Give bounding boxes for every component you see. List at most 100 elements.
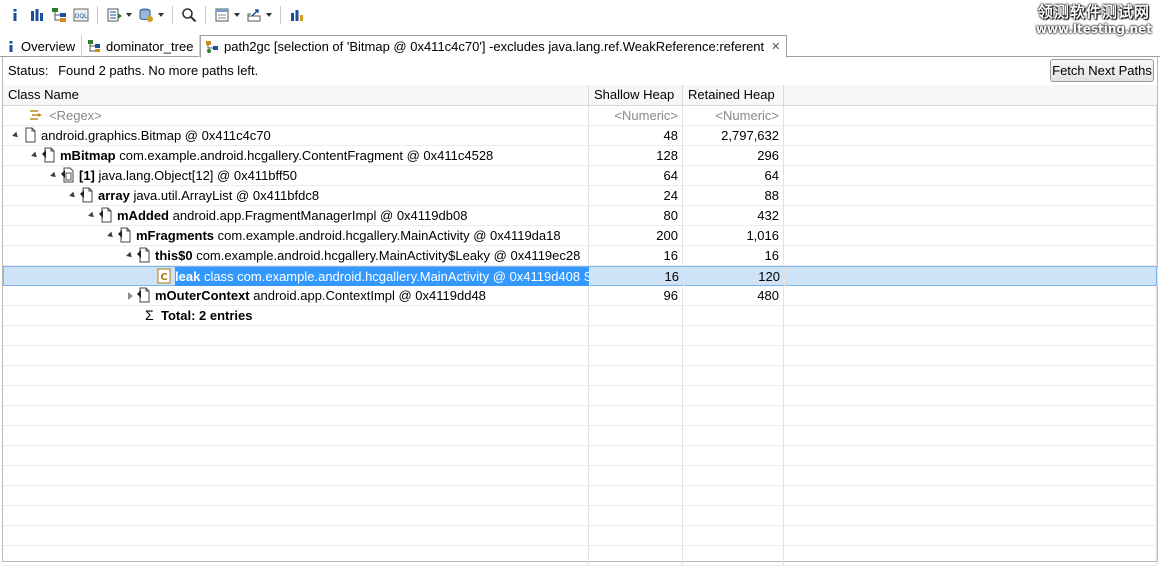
tab-path2gc[interactable]: path2gc [selection of 'Bitmap @ 0x411c4c…	[200, 35, 788, 58]
shallow-heap-value: 64	[589, 166, 683, 185]
class-name-text: [1] java.lang.Object[12] @ 0x411bff50	[79, 166, 297, 185]
field-name: mAdded	[117, 208, 169, 223]
tab-overview[interactable]: Overview	[2, 35, 83, 57]
heap-dump-dropdown[interactable]	[158, 13, 164, 17]
close-icon[interactable]: ✕	[771, 40, 780, 53]
class-name-text: mAdded android.app.FragmentManagerImpl @…	[117, 206, 467, 225]
table-row[interactable]: Cleak class com.example.android.hcgaller…	[3, 266, 1158, 286]
column-header-retained-heap[interactable]: Retained Heap	[683, 85, 784, 105]
retained-heap-value: 296	[683, 146, 784, 165]
svg-text:C: C	[160, 272, 167, 283]
class-object-icon: C	[157, 268, 171, 284]
watermark-title: 领测软件测试网	[1037, 3, 1150, 21]
field-name: mOuterContext	[155, 288, 250, 303]
retained-heap-value: 16	[683, 246, 784, 265]
query-browser-icon[interactable]	[106, 7, 122, 23]
collapse-toggle-icon[interactable]	[30, 146, 40, 165]
dominator-tree-icon[interactable]	[51, 7, 67, 23]
object-label: com.example.android.hcgallery.MainActivi…	[217, 228, 561, 243]
table-row[interactable]: mOuterContext android.app.ContextImpl @ …	[3, 286, 1157, 306]
toolbar: OQL	[0, 0, 1160, 30]
shallow-heap-value: 48	[589, 126, 683, 145]
group-result-dropdown[interactable]	[234, 13, 240, 17]
field-name: leak	[175, 269, 201, 284]
shallow-heap-value: 96	[589, 286, 683, 305]
reference-object-icon	[118, 227, 132, 243]
tab-dominator-tree[interactable]: dominator_tree	[83, 35, 201, 57]
export-dropdown[interactable]	[266, 13, 272, 17]
status-text: Found 2 paths. No more paths left.	[58, 63, 259, 78]
empty-rows	[3, 326, 1157, 566]
filter-row: <Regex> <Numeric> <Numeric>	[3, 106, 1157, 126]
table-row[interactable]: mFragments com.example.android.hcgallery…	[3, 226, 1157, 246]
class-name-text: mFragments com.example.android.hcgallery…	[136, 226, 561, 245]
leak-suspects-icon[interactable]	[289, 7, 305, 23]
collapse-toggle-icon[interactable]	[125, 246, 135, 265]
column-header-class-name[interactable]: Class Name	[3, 85, 589, 105]
table-row[interactable]: array java.util.ArrayList @ 0x411bfdc8 24…	[3, 186, 1157, 206]
empty-row	[3, 546, 1157, 566]
collapse-toggle-icon[interactable]	[106, 226, 116, 245]
histogram-icon[interactable]	[29, 7, 45, 23]
query-browser-dropdown[interactable]	[126, 13, 132, 17]
reference-object-icon	[80, 187, 94, 203]
status-line: Status: Found 2 paths. No more paths lef…	[8, 63, 258, 78]
column-header-shallow-heap[interactable]: Shallow Heap	[589, 85, 683, 105]
array-object-icon	[61, 167, 75, 183]
tab-label: dominator_tree	[106, 38, 194, 54]
object-icon	[23, 127, 37, 143]
watermark: 领测软件测试网 www.ltesting.net	[1036, 4, 1152, 38]
field-name: mBitmap	[60, 148, 116, 163]
object-label: com.example.android.hcgallery.MainActivi…	[196, 248, 581, 263]
field-name: [1]	[79, 168, 95, 183]
table-row[interactable]: [1] java.lang.Object[12] @ 0x411bff50 64 6…	[3, 166, 1157, 186]
path-to-gc-roots-icon	[205, 40, 219, 54]
empty-row	[3, 346, 1157, 366]
path-to-gc-panel: Status: Found 2 paths. No more paths lef…	[2, 57, 1158, 566]
shallow-heap-value: 200	[589, 226, 683, 245]
shallow-heap-value: 80	[589, 206, 683, 225]
results-table: Class Name Shallow Heap Retained Heap <R…	[3, 85, 1158, 566]
object-label: android.app.FragmentManagerImpl @ 0x4119…	[172, 208, 468, 223]
retained-heap-value: 120	[684, 267, 785, 286]
table-row[interactable]: mAdded android.app.FragmentManagerImpl @…	[3, 206, 1157, 226]
collapse-toggle-icon[interactable]	[87, 206, 97, 225]
reference-object-icon	[42, 147, 56, 163]
total-text: Total: 2 entries	[161, 308, 253, 323]
table-row[interactable]: android.graphics.Bitmap @ 0x411c4c70 48 2,…	[3, 126, 1157, 146]
table-row[interactable]: this$0 com.example.android.hcgallery.Mai…	[3, 246, 1157, 266]
object-label: java.lang.Object[12] @ 0x411bff50	[98, 168, 297, 183]
toolbar-separator	[172, 6, 173, 24]
collapse-toggle-icon[interactable]	[49, 166, 59, 185]
status-label: Status:	[8, 63, 49, 78]
export-icon[interactable]	[246, 7, 262, 23]
dominator-tree-icon	[87, 39, 101, 53]
shallow-heap-filter-input[interactable]: <Numeric>	[589, 106, 683, 125]
fetch-next-paths-button[interactable]: Fetch Next Paths	[1050, 59, 1154, 82]
retained-heap-value: 2,797,632	[683, 126, 784, 145]
search-icon[interactable]	[181, 7, 197, 23]
expand-toggle-icon[interactable]	[125, 286, 135, 305]
reference-object-icon	[99, 207, 113, 223]
oql-icon[interactable]: OQL	[73, 7, 89, 23]
collapse-toggle-icon[interactable]	[11, 126, 21, 145]
empty-row	[3, 486, 1157, 506]
empty-row	[3, 506, 1157, 526]
tab-label: path2gc [selection of 'Bitmap @ 0x411c4c…	[224, 39, 765, 54]
table-row[interactable]: mBitmap com.example.android.hcgallery.Co…	[3, 146, 1157, 166]
collapse-toggle-icon[interactable]	[68, 186, 78, 205]
class-name-filter-input[interactable]: <Regex>	[49, 106, 102, 125]
object-label: class com.example.android.hcgallery.Main…	[203, 269, 590, 284]
info-icon[interactable]	[7, 7, 23, 23]
table-header: Class Name Shallow Heap Retained Heap	[3, 85, 1157, 106]
total-row: Σ Total: 2 entries	[3, 306, 1157, 326]
field-name: mFragments	[136, 228, 215, 243]
shallow-heap-value: 24	[589, 186, 683, 205]
reference-object-icon	[137, 287, 151, 303]
class-name-text: mBitmap com.example.android.hcgallery.Co…	[60, 146, 493, 165]
heap-dump-overview-icon[interactable]	[138, 7, 154, 23]
empty-row	[3, 426, 1157, 446]
group-result-icon[interactable]	[214, 7, 230, 23]
retained-heap-filter-input[interactable]: <Numeric>	[683, 106, 784, 125]
retained-heap-value: 432	[683, 206, 784, 225]
